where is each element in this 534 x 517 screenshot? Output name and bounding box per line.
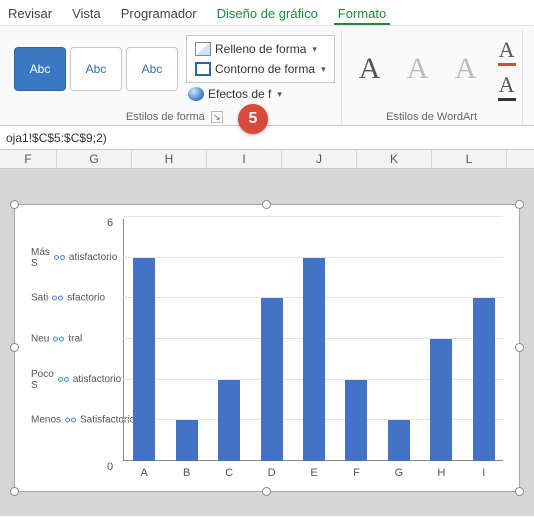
- resize-handle[interactable]: [515, 487, 524, 496]
- y-tick-label[interactable]: Satisfactorio: [31, 293, 117, 304]
- data-point-handle-icon[interactable]: [53, 337, 64, 342]
- col-header[interactable]: F: [0, 150, 57, 168]
- bar[interactable]: [345, 380, 367, 461]
- y-tick-label[interactable]: Menos Satisfactorio: [31, 415, 117, 426]
- shape-style-preset-2[interactable]: Abc: [70, 47, 122, 91]
- gridline: [123, 216, 503, 217]
- col-header[interactable]: K: [357, 150, 432, 168]
- data-point-handle-icon[interactable]: [54, 255, 65, 260]
- y-tick-label[interactable]: Neutral: [31, 334, 117, 345]
- bar[interactable]: [261, 298, 283, 461]
- bar[interactable]: [388, 420, 410, 461]
- resize-handle[interactable]: [262, 487, 271, 496]
- tab-diseno-grafico[interactable]: Diseño de gráfico: [213, 2, 322, 25]
- pen-outline-icon: [195, 62, 211, 76]
- group-wordart-label: Estilos de WordArt: [386, 111, 477, 123]
- formula-bar[interactable]: oja1!$C$5:$C$9;2): [0, 126, 534, 150]
- col-header[interactable]: L: [432, 150, 507, 168]
- col-header[interactable]: G: [57, 150, 132, 168]
- y-tick-label[interactable]: Poco Satisfactorio: [31, 369, 117, 391]
- resize-handle[interactable]: [262, 200, 271, 209]
- x-tick-label: A: [133, 467, 155, 479]
- group-shape-styles: Abc Abc Abc Relleno de forma ▾ Contorno …: [8, 30, 342, 125]
- bar[interactable]: [473, 298, 495, 461]
- x-tick-label: B: [176, 467, 198, 479]
- tab-revisar[interactable]: Revisar: [4, 2, 56, 25]
- tab-programador[interactable]: Programador: [117, 2, 201, 25]
- data-point-handle-icon[interactable]: [65, 418, 76, 423]
- effects-icon: [188, 87, 204, 101]
- group-wordart-styles: A A A A A Estilos de WordArt: [342, 30, 523, 125]
- resize-handle[interactable]: [515, 200, 524, 209]
- shape-fill-button[interactable]: Relleno de forma ▾: [193, 40, 328, 58]
- worksheet-grid[interactable]: F G H I J K L 6 0 Más Satisfactorio Satis…: [0, 150, 534, 516]
- col-header[interactable]: H: [132, 150, 207, 168]
- group-shape-label: Estilos de forma: [126, 111, 205, 123]
- resize-handle[interactable]: [515, 343, 524, 352]
- x-tick-label: E: [303, 467, 325, 479]
- bar[interactable]: [303, 258, 325, 461]
- tab-vista[interactable]: Vista: [68, 2, 105, 25]
- shape-style-preset-3[interactable]: Abc: [126, 47, 178, 91]
- chevron-down-icon: ▾: [277, 89, 282, 100]
- data-point-handle-icon[interactable]: [58, 377, 69, 382]
- x-tick-label: H: [430, 467, 452, 479]
- shape-style-preset-1[interactable]: Abc: [14, 47, 66, 91]
- chevron-down-icon: ▾: [321, 64, 326, 75]
- plot-area[interactable]: ABCDEFGHI: [123, 219, 503, 461]
- column-headers: F G H I J K L: [0, 150, 534, 169]
- y-tick-label[interactable]: Más Satisfactorio: [31, 247, 117, 269]
- ribbon-tabs: Revisar Vista Programador Diseño de gráf…: [0, 0, 534, 26]
- x-tick-label: D: [261, 467, 283, 479]
- bar[interactable]: [176, 420, 198, 461]
- y-tick-bottom: 0: [107, 461, 113, 473]
- dialog-launcher-icon[interactable]: ↘: [211, 111, 223, 123]
- resize-handle[interactable]: [10, 343, 19, 352]
- shape-outline-label: Contorno de forma: [215, 62, 315, 76]
- col-header[interactable]: I: [207, 150, 282, 168]
- bar[interactable]: [133, 258, 155, 461]
- shape-outline-button[interactable]: Contorno de forma ▾: [193, 60, 328, 78]
- x-tick-label: I: [473, 467, 495, 479]
- y-axis: [123, 219, 124, 461]
- x-tick-label: C: [218, 467, 240, 479]
- shape-effects-button[interactable]: Efectos de f ▾: [186, 85, 335, 103]
- resize-handle[interactable]: [10, 487, 19, 496]
- shape-format-menu: Relleno de forma ▾ Contorno de forma ▾: [186, 35, 335, 83]
- col-header[interactable]: J: [282, 150, 357, 168]
- wordart-preset-3[interactable]: A: [444, 47, 488, 91]
- x-tick-label: F: [345, 467, 367, 479]
- ribbon: Abc Abc Abc Relleno de forma ▾ Contorno …: [0, 26, 534, 126]
- chevron-down-icon: ▾: [312, 44, 317, 55]
- x-tick-label: G: [388, 467, 410, 479]
- bucket-icon: [195, 42, 211, 56]
- chart-object[interactable]: 6 0 Más Satisfactorio Satisfactorio Neutra…: [14, 204, 520, 492]
- shape-effects-label: Efectos de f: [208, 87, 271, 101]
- resize-handle[interactable]: [10, 200, 19, 209]
- wordart-preset-2[interactable]: A: [396, 47, 440, 91]
- bar[interactable]: [430, 339, 452, 461]
- step-badge: 5: [238, 104, 268, 134]
- formula-text: oja1!$C$5:$C$9;2): [6, 131, 107, 145]
- text-fill-button[interactable]: A: [498, 37, 516, 66]
- wordart-preset-1[interactable]: A: [348, 47, 392, 91]
- text-outline-button[interactable]: A: [498, 72, 516, 101]
- tab-formato[interactable]: Formato: [334, 2, 390, 25]
- data-point-handle-icon[interactable]: [52, 296, 63, 301]
- y-tick-top: 6: [107, 217, 113, 229]
- bar[interactable]: [218, 380, 240, 461]
- shape-fill-label: Relleno de forma: [215, 42, 306, 56]
